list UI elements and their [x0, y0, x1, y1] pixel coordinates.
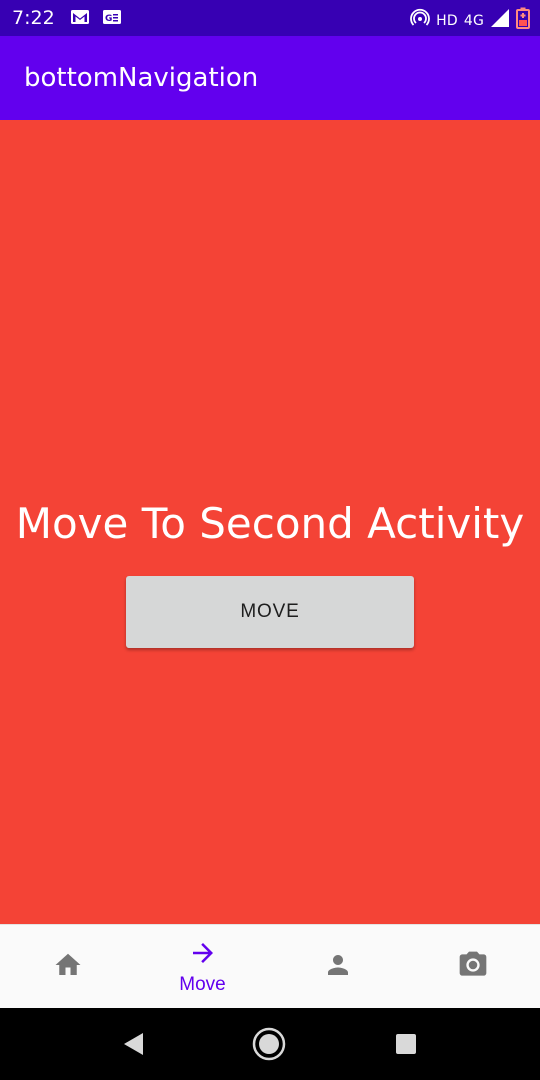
screen: 7:22 G HD 4G bottomNavigation Move To Se…	[0, 0, 540, 1080]
camera-icon	[457, 949, 489, 985]
move-button[interactable]: MOVE	[126, 576, 414, 648]
app-bar: bottomNavigation	[0, 36, 540, 120]
hd-indicator: HD	[436, 13, 458, 29]
battery-icon	[516, 7, 530, 35]
signal-icon	[490, 8, 510, 34]
status-left-icons: G	[70, 9, 122, 29]
network-type: 4G	[463, 13, 484, 29]
nav-item-home[interactable]	[0, 925, 135, 1009]
hotspot-icon	[410, 8, 431, 34]
nav-item-move[interactable]: Move	[135, 925, 270, 1009]
status-bar: 7:22 G HD 4G	[0, 0, 540, 36]
page-heading: Move To Second Activity	[15, 499, 525, 548]
svg-text:G: G	[105, 14, 112, 24]
nav-label-move: Move	[179, 974, 226, 995]
news-icon: G	[102, 9, 122, 29]
system-navigation-bar	[0, 1008, 540, 1080]
status-time: 7:22	[12, 7, 55, 29]
app-title: bottomNavigation	[24, 63, 259, 93]
home-icon	[53, 950, 83, 984]
nav-item-profile[interactable]	[270, 925, 405, 1009]
arrow-right-icon	[188, 938, 218, 972]
bottom-navigation: Move	[0, 924, 540, 1009]
person-icon	[323, 950, 353, 984]
recents-icon[interactable]	[390, 1028, 422, 1060]
gmail-icon	[70, 9, 90, 29]
home-circle-icon[interactable]	[250, 1025, 288, 1063]
nav-item-camera[interactable]	[405, 925, 540, 1009]
back-icon[interactable]	[118, 1028, 150, 1060]
main-content: Move To Second Activity MOVE	[0, 120, 540, 924]
status-right-icons: HD 4G	[410, 7, 530, 35]
